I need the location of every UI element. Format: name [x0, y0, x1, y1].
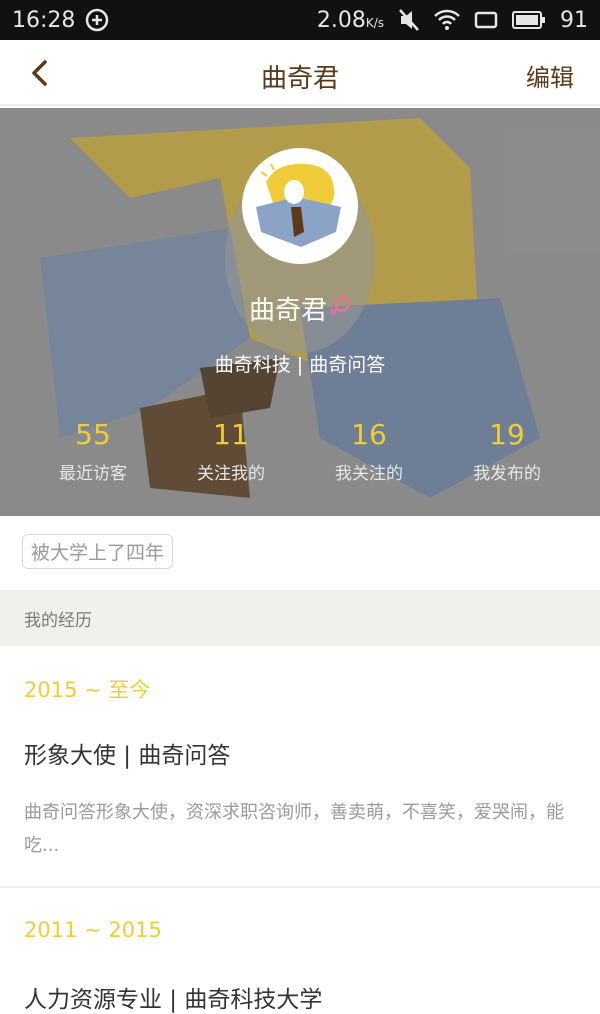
stat-label: 我发布的	[473, 464, 541, 484]
experience-item[interactable]: 2015 ~ 至今 形象大使 | 曲奇问答 曲奇问答形象大使，资深求职咨询师，善…	[0, 646, 600, 888]
profile-tag: 被大学上了四年	[22, 534, 174, 569]
experience-item[interactable]: 2011 ~ 2015 人力资源专业 | 曲奇科技大学	[0, 890, 600, 1013]
battery-level: 91	[560, 7, 588, 33]
stat-number: 55	[75, 418, 111, 451]
status-time: 16:28	[12, 7, 76, 33]
screen-rotate-icon	[474, 10, 498, 30]
experience-role: 形象大使 | 曲奇问答	[24, 743, 231, 769]
edit-button[interactable]: 编辑	[526, 58, 574, 93]
battery-icon	[512, 10, 546, 30]
stat-posted[interactable]: 19 我发布的	[438, 418, 576, 484]
female-icon	[329, 295, 351, 328]
stat-label: 关注我的	[197, 464, 265, 484]
stat-followers[interactable]: 11 关注我的	[162, 418, 300, 484]
profile-name-text: 曲奇君	[248, 296, 327, 326]
stat-recent-visitors[interactable]: 55 最近访客	[24, 418, 162, 484]
profile-header: 曲奇君 曲奇科技 | 曲奇问答 55 最近访客 11 关注我的 16 我关注的 …	[0, 108, 600, 516]
experience-period: 2011 ~ 2015	[24, 918, 162, 942]
tag-area: 被大学上了四年	[0, 516, 600, 588]
avatar[interactable]	[242, 148, 358, 264]
section-header-experience: 我的经历	[0, 590, 600, 646]
stats-row: 55 最近访客 11 关注我的 16 我关注的 19 我发布的	[0, 418, 600, 484]
stat-label: 最近访客	[59, 464, 127, 484]
stat-label: 我关注的	[335, 464, 403, 484]
wifi-icon	[434, 9, 460, 31]
stat-number: 16	[351, 418, 387, 451]
nav-bar: 曲奇君 编辑	[0, 40, 600, 106]
sync-icon	[85, 8, 109, 32]
experience-period: 2015 ~ 至今	[24, 678, 151, 702]
avatar-image	[246, 152, 354, 260]
profile-company: 曲奇科技 | 曲奇问答	[214, 354, 386, 376]
stat-following[interactable]: 16 我关注的	[300, 418, 438, 484]
network-speed: 2.08K/s	[316, 7, 384, 33]
stat-number: 11	[213, 418, 249, 451]
status-bar: 16:28 2.08K/s 91	[0, 0, 600, 40]
mute-icon	[398, 8, 420, 32]
profile-name: 曲奇君	[0, 290, 600, 328]
experience-role: 人力资源专业 | 曲奇科技大学	[24, 987, 323, 1013]
page-title: 曲奇君	[260, 64, 339, 94]
experience-description: 曲奇问答形象大使，资深求职咨询师，善卖萌，不喜笑，爱哭闹，能吃...	[24, 802, 564, 856]
stat-number: 19	[489, 418, 525, 451]
